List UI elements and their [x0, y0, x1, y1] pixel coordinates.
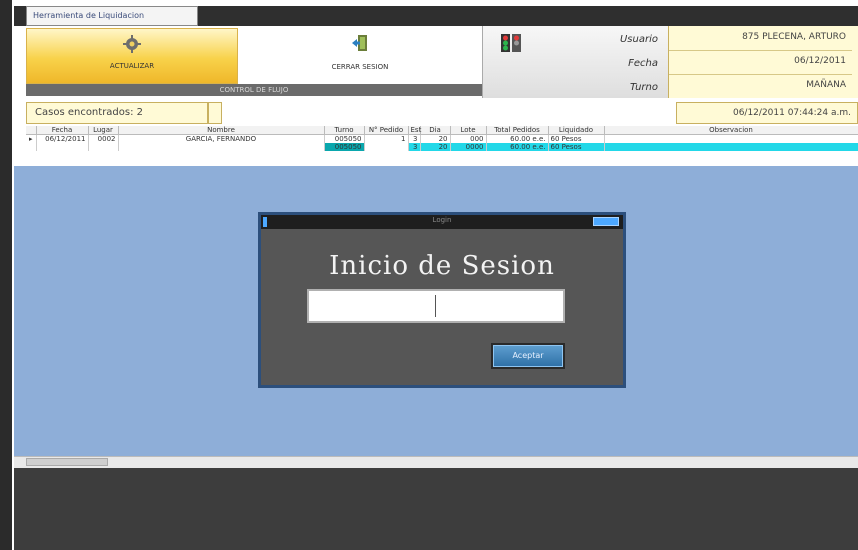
- grid-header-row: Fecha Lugar Nombre Turno N° Pedido Est D…: [26, 126, 858, 135]
- bottom-panel: [14, 468, 858, 550]
- dialog-heading: Inicio de Sesion: [329, 251, 555, 281]
- table-cell[interactable]: [88, 143, 119, 151]
- traffic-light-icon: [501, 34, 521, 52]
- table-cell[interactable]: 3: [408, 134, 421, 143]
- table-cell[interactable]: 06/12/2011: [36, 134, 89, 143]
- table-cell[interactable]: [364, 143, 409, 151]
- results-grid[interactable]: Fecha Lugar Nombre Turno N° Pedido Est D…: [26, 126, 858, 166]
- table-row[interactable]: 005050 3 20 0000 60.00 e.e. 60 Pesos: [26, 143, 858, 151]
- table-cell[interactable]: 000: [450, 134, 487, 143]
- column-header[interactable]: Observacion: [604, 126, 858, 135]
- column-header[interactable]: Total Pedidos: [486, 126, 549, 135]
- table-cell[interactable]: 005050: [324, 134, 365, 143]
- table-cell[interactable]: 0002: [88, 134, 119, 143]
- text-caret: [435, 295, 436, 317]
- accept-button[interactable]: Aceptar: [491, 343, 565, 369]
- usuario-label: Usuario: [619, 34, 658, 45]
- login-dialog: Login Inicio de Sesion Aceptar: [258, 212, 626, 388]
- column-header[interactable]: Lugar: [88, 126, 119, 135]
- cerrar-sesion-button[interactable]: CERRAR SESION: [238, 28, 482, 84]
- row-selector-header: [26, 126, 37, 135]
- cerrar-sesion-label: CERRAR SESION: [331, 63, 389, 71]
- datetime-box: 06/12/2011 07:44:24 a.m.: [676, 102, 858, 124]
- actualizar-button[interactable]: ACTUALIZAR: [26, 28, 238, 84]
- table-cell[interactable]: [118, 143, 325, 151]
- exit-door-icon: [352, 35, 367, 51]
- horizontal-scrollbar[interactable]: [14, 456, 858, 468]
- table-row[interactable]: ▸ 06/12/2011 0002 GARCIA, FERNANDO 00505…: [26, 134, 858, 143]
- left-dark-strip: [0, 0, 12, 550]
- table-cell[interactable]: 60.00 e.e.: [486, 134, 549, 143]
- turno-label: Turno: [629, 82, 658, 93]
- toolbar-group-label: CONTROL DE FLUJO: [26, 84, 482, 96]
- table-cell[interactable]: 60 Pesos: [548, 134, 605, 143]
- fecha-value: 06/12/2011: [669, 50, 852, 75]
- table-cell[interactable]: [36, 143, 89, 151]
- table-cell[interactable]: 60.00 e.e.: [486, 143, 549, 151]
- tab-herramienta[interactable]: Herramienta de Liquidacion: [26, 6, 198, 26]
- column-header[interactable]: Liquidado: [548, 126, 605, 135]
- dialog-titlebar[interactable]: Login: [261, 215, 623, 229]
- cases-found-box: Casos encontrados: 2: [26, 102, 208, 124]
- fecha-label: Fecha: [628, 58, 658, 69]
- row-selector-icon[interactable]: ▸: [26, 134, 37, 143]
- close-icon[interactable]: [593, 217, 619, 226]
- column-header[interactable]: N° Pedido: [364, 126, 409, 135]
- gear-icon: [123, 35, 141, 53]
- column-header[interactable]: Fecha: [36, 126, 89, 135]
- table-cell[interactable]: 3: [408, 143, 421, 151]
- table-cell[interactable]: 60 Pesos: [548, 143, 605, 151]
- actualizar-label: ACTUALIZAR: [109, 62, 155, 70]
- column-header[interactable]: Turno: [324, 126, 365, 135]
- table-cell[interactable]: 1: [364, 134, 409, 143]
- table-cell[interactable]: 20: [420, 143, 451, 151]
- column-header[interactable]: Dia: [420, 126, 451, 135]
- table-cell[interactable]: 005050: [324, 143, 365, 151]
- session-values-panel: 875 PLECENA, ARTURO 06/12/2011 MAÑANA: [668, 26, 858, 98]
- status-blank-box: [208, 102, 222, 124]
- dialog-title: Login: [432, 216, 452, 224]
- table-cell[interactable]: 0000: [450, 143, 487, 151]
- table-cell[interactable]: GARCIA, FERNANDO: [118, 134, 325, 143]
- usuario-value: 875 PLECENA, ARTURO: [669, 26, 852, 51]
- table-cell[interactable]: [604, 143, 858, 151]
- column-header[interactable]: Lote: [450, 126, 487, 135]
- column-header[interactable]: Nombre: [118, 126, 325, 135]
- column-header[interactable]: Est: [408, 126, 421, 135]
- row-selector[interactable]: [26, 143, 37, 151]
- dialog-menu-icon[interactable]: [263, 217, 267, 227]
- table-cell[interactable]: 20: [420, 134, 451, 143]
- turno-value: MAÑANA: [806, 80, 846, 90]
- table-cell[interactable]: [604, 134, 858, 143]
- scrollbar-thumb[interactable]: [26, 458, 108, 466]
- password-input[interactable]: [307, 289, 565, 323]
